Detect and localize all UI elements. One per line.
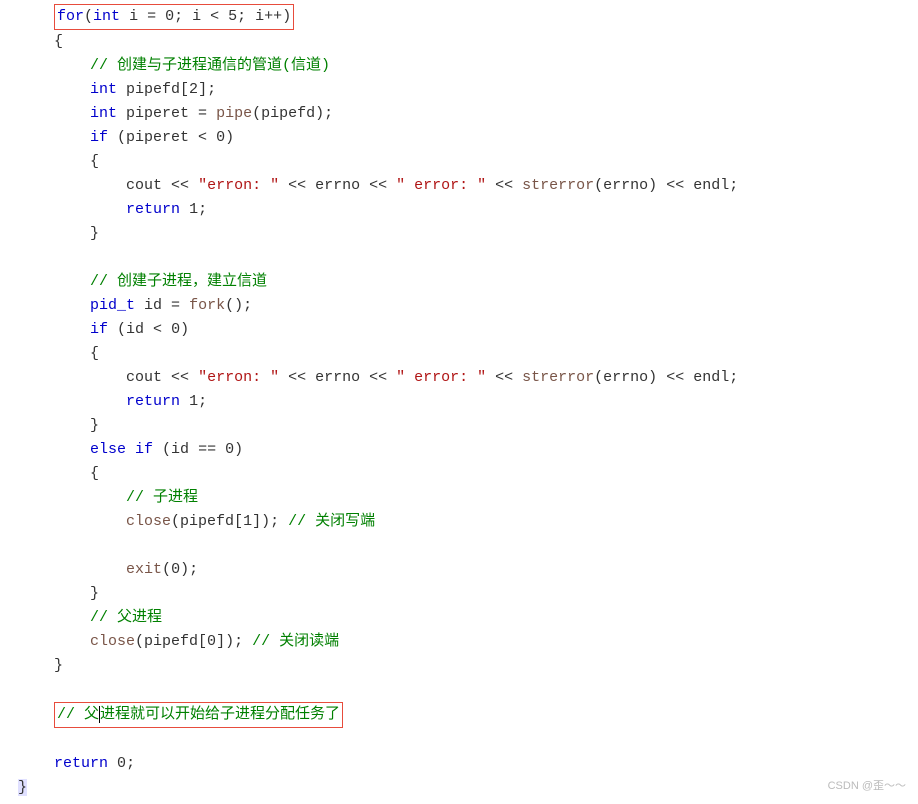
code-line-8: cout << "erron: " << errno << " error: "… [18,174,914,198]
comment: // 创建子进程，建立信道 [90,273,267,290]
string-literal: " error: " [396,369,486,386]
string-literal: "erron: " [198,369,279,386]
code-line-5: int piperet = pipe(pipefd); [18,102,914,126]
keyword-return: return [126,201,180,218]
code-line-3: // 创建与子进程通信的管道(信道) [18,54,914,78]
code-block: for(int i = 0; i < 5; i++) { // 创建与子进程通信… [4,4,914,800]
keyword-int: int [93,8,120,25]
string-literal: "erron: " [198,177,279,194]
keyword-int: int [90,105,117,122]
comment: // 创建与子进程通信的管道(信道) [90,57,330,74]
code-line-21: // 子进程 [18,486,914,510]
code-line-20: { [18,462,914,486]
code-line-33: } [18,776,914,800]
comment: // 子进程 [126,489,198,506]
code-line-27: close(pipefd[0]); // 关闭读端 [18,630,914,654]
code-line-2: { [18,30,914,54]
code-line-blank [18,678,914,702]
code-line-blank [18,534,914,558]
code-line-4: int pipefd[2]; [18,78,914,102]
code-line-blank [18,728,914,752]
code-line-30: // 父进程就可以开始给子进程分配任务了 [18,702,914,728]
code-line-12: // 创建子进程，建立信道 [18,270,914,294]
keyword-return: return [54,755,108,772]
code-line-9: return 1; [18,198,914,222]
code-line-13: pid_t id = fork(); [18,294,914,318]
comment: // 关闭读端 [252,633,339,650]
code-line-1: for(int i = 0; i < 5; i++) [18,4,914,30]
func-strerror: strerror [522,177,594,194]
func-fork: fork [189,297,225,314]
code-line-14: if (id < 0) [18,318,914,342]
watermark: CSDN @歪～～ [828,778,906,796]
keyword-return: return [126,393,180,410]
func-pipe: pipe [216,105,252,122]
keyword-int: int [90,81,117,98]
code-line-24: exit(0); [18,558,914,582]
keyword-else: else [90,441,126,458]
func-close: close [126,513,171,530]
code-line-28: } [18,654,914,678]
string-literal: " error: " [396,177,486,194]
code-line-17: return 1; [18,390,914,414]
keyword-for: for [57,8,84,25]
code-line-19: else if (id == 0) [18,438,914,462]
code-line-25: } [18,582,914,606]
code-line-15: { [18,342,914,366]
code-line-32: return 0; [18,752,914,776]
code-line-7: { [18,150,914,174]
comment: // 关闭写端 [288,513,375,530]
func-close: close [90,633,135,650]
func-strerror: strerror [522,369,594,386]
code-line-22: close(pipefd[1]); // 关闭写端 [18,510,914,534]
code-line-18: } [18,414,914,438]
code-line-10: } [18,222,914,246]
keyword-if: if [90,129,108,146]
code-line-26: // 父进程 [18,606,914,630]
comment: // 父进程 [90,609,162,626]
code-line-16: cout << "erron: " << errno << " error: "… [18,366,914,390]
code-line-blank [18,246,914,270]
type-pid-t: pid_t [90,297,135,314]
keyword-if: if [90,321,108,338]
keyword-if: if [126,441,153,458]
func-exit: exit [126,561,162,578]
code-line-6: if (piperet < 0) [18,126,914,150]
